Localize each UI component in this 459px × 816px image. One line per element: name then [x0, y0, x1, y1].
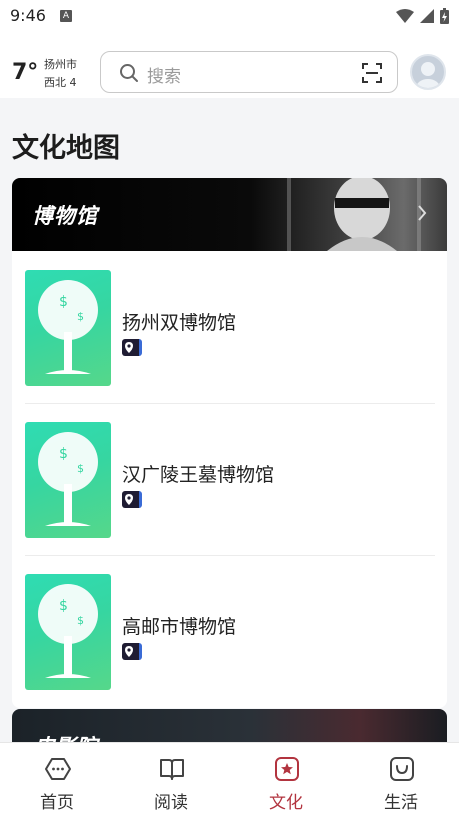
- nav-read[interactable]: 阅读: [114, 743, 228, 816]
- money-tree-icon: $ $: [38, 584, 98, 678]
- museum-name: 汉广陵王墓博物馆: [122, 464, 275, 486]
- bottom-nav: 首页 阅读 文化 生活: [0, 742, 459, 816]
- svg-text:$: $: [59, 598, 68, 614]
- wifi-icon: [396, 9, 414, 23]
- museum-thumbnail: $ $: [25, 422, 111, 538]
- nav-culture[interactable]: 文化: [229, 743, 343, 816]
- money-tree-icon: $ $: [38, 432, 98, 526]
- svg-text:$: $: [59, 294, 68, 310]
- search-icon: [120, 64, 138, 82]
- chevron-right-icon[interactable]: [417, 204, 427, 222]
- location-icon: [122, 491, 142, 508]
- nav-label: 首页: [40, 793, 74, 813]
- top-header: 7° 扬州市 西北 4 搜索: [0, 32, 459, 98]
- nav-label: 生活: [384, 793, 418, 813]
- weather-temperature[interactable]: 7°: [12, 60, 38, 85]
- nav-home[interactable]: 首页: [0, 743, 114, 816]
- museum-banner[interactable]: 博物馆: [12, 178, 447, 251]
- list-item[interactable]: $ $ 高邮市博物馆: [25, 556, 435, 708]
- location-icon: [122, 643, 142, 660]
- nav-label: 阅读: [154, 793, 188, 813]
- list-item[interactable]: $ $ 汉广陵王墓博物馆: [25, 404, 435, 556]
- search-placeholder: 搜索: [147, 67, 181, 87]
- user-avatar-icon: [416, 62, 440, 88]
- nav-life[interactable]: 生活: [344, 743, 458, 816]
- home-icon: [45, 758, 71, 780]
- avatar[interactable]: [410, 54, 446, 90]
- scan-icon[interactable]: [361, 62, 383, 84]
- museum-thumbnail: $ $: [25, 574, 111, 690]
- status-time: 9:46: [10, 6, 46, 25]
- museum-name: 高邮市博物馆: [122, 616, 237, 638]
- status-bar: 9:46 A: [0, 0, 459, 32]
- signal-icon: [420, 9, 434, 23]
- svg-text:$: $: [59, 446, 68, 462]
- money-tree-icon: $ $: [38, 280, 98, 374]
- svg-text:$: $: [77, 462, 84, 475]
- bag-icon: [390, 757, 414, 781]
- battery-icon: [440, 8, 449, 24]
- weather-wind: 西北 4: [44, 76, 77, 89]
- museum-thumbnail: $ $: [25, 270, 111, 386]
- museum-card: 博物馆 $ $ 扬州双博物馆 $ $ 汉广陵王墓博物馆 $ $ 高邮市博物馆: [12, 178, 447, 708]
- weather-city[interactable]: 扬州市: [44, 56, 77, 72]
- svg-text:$: $: [77, 310, 84, 323]
- location-icon: [122, 339, 142, 356]
- book-icon: [160, 759, 184, 780]
- system-icons: [396, 8, 449, 24]
- star-icon: [275, 757, 299, 781]
- svg-text:$: $: [77, 614, 84, 627]
- list-item[interactable]: $ $ 扬州双博物馆: [25, 252, 435, 404]
- notification-icon: A: [60, 10, 72, 22]
- page-title: 文化地图: [12, 133, 120, 164]
- nav-label: 文化: [269, 793, 303, 813]
- museum-name: 扬州双博物馆: [122, 312, 237, 334]
- museum-banner-title: 博物馆: [32, 204, 98, 228]
- search-input[interactable]: 搜索: [100, 51, 398, 93]
